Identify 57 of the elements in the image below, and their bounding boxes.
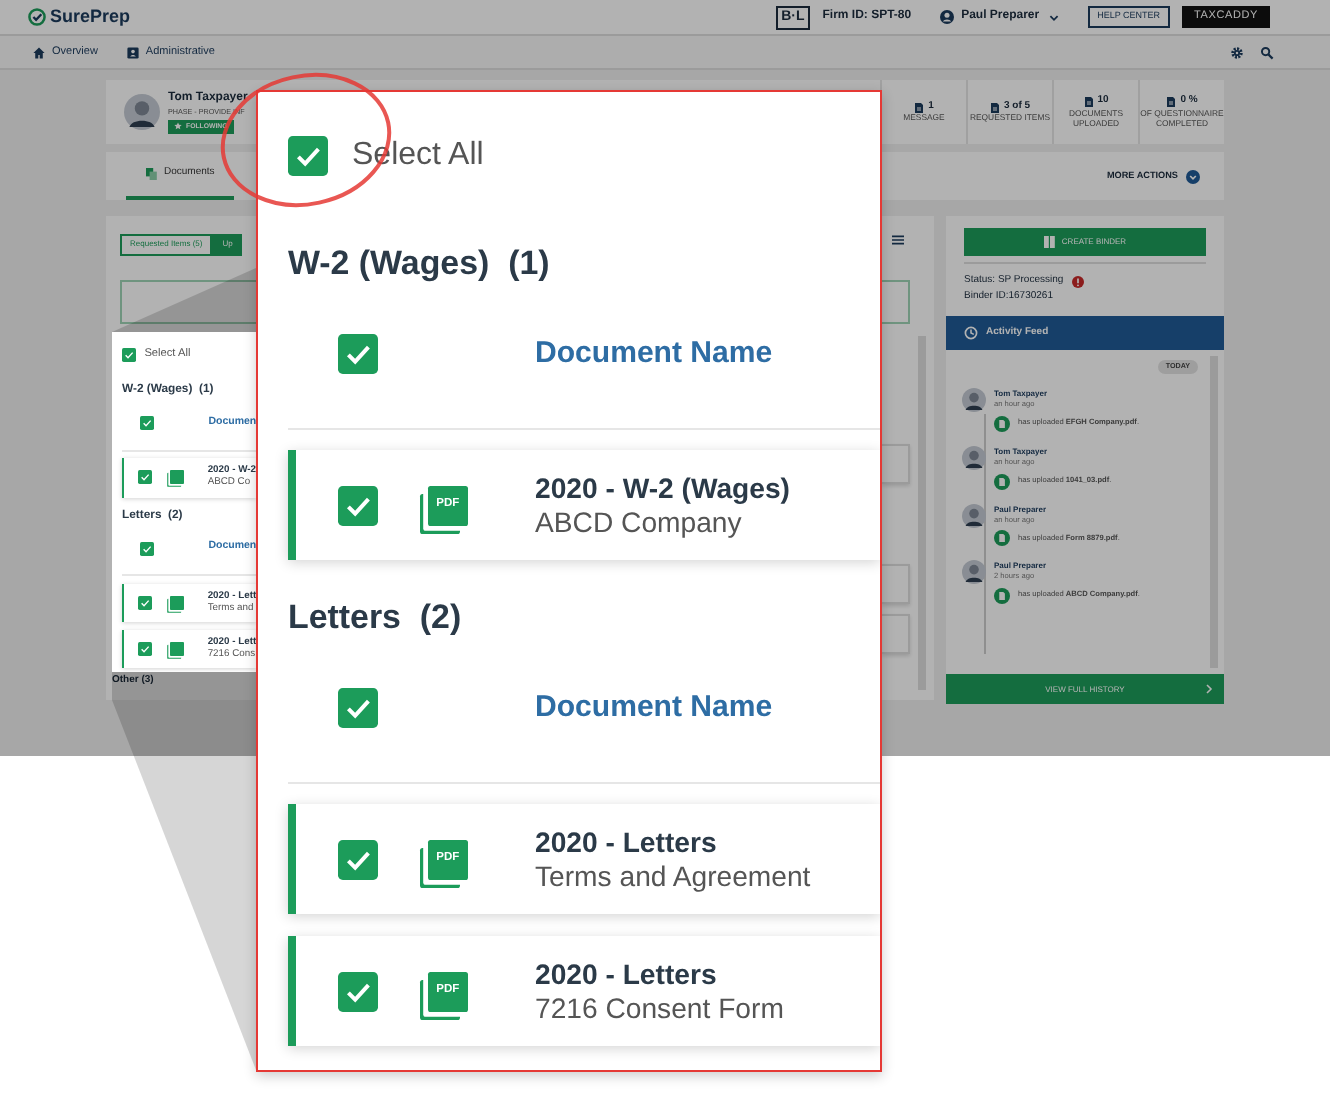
checkbox[interactable] (288, 136, 328, 176)
search-icon[interactable] (1260, 45, 1274, 59)
checkmark-icon (122, 347, 136, 362)
more-icon[interactable] (1186, 169, 1200, 183)
file-icon (994, 473, 1010, 490)
document-icon (1083, 96, 1094, 109)
file-icon (170, 470, 185, 485)
checkbox[interactable] (138, 642, 153, 657)
document-title: 2020 - Letters (535, 957, 719, 992)
checkmark-icon (138, 596, 153, 611)
checkbox[interactable] (337, 333, 378, 374)
client-avatar (124, 94, 160, 130)
documents-icon (146, 168, 158, 180)
star-icon (174, 122, 182, 131)
checkbox[interactable] (139, 416, 154, 431)
user-avatar (962, 388, 986, 413)
user-icon (939, 10, 954, 24)
checkbox[interactable] (139, 541, 154, 556)
chevron-icon (1204, 684, 1214, 694)
caret-icon (1047, 11, 1060, 23)
document-title: 2020 - Letters (535, 825, 719, 860)
logo-text: SurePrep (50, 3, 131, 30)
file-icon (170, 642, 185, 657)
column-header[interactable]: Document Name (535, 685, 773, 731)
list-view-icon[interactable] (892, 234, 904, 246)
settings-icon[interactable] (1230, 45, 1244, 59)
checkbox[interactable] (337, 839, 378, 880)
checkbox[interactable] (138, 596, 153, 611)
document-subtitle: Terms and Agreement (535, 859, 811, 894)
checkbox[interactable] (337, 688, 378, 729)
checkbox[interactable] (122, 347, 136, 362)
checkmark-icon (138, 470, 153, 485)
group-title: W-2 (Wages) (1) (288, 242, 552, 287)
checkmark-icon (138, 642, 153, 657)
id-card-icon (125, 45, 140, 59)
document-icon (989, 101, 1000, 114)
document-icon (914, 101, 925, 114)
alert-icon (1071, 275, 1084, 288)
checkmark-icon (139, 541, 154, 556)
document-title: 2020 - W-2 (Wages) (535, 471, 790, 506)
file-icon (994, 530, 1010, 547)
home-icon (32, 45, 46, 59)
document-subtitle: ABCD Company (535, 505, 744, 540)
clock-icon (964, 326, 978, 340)
file-icon (994, 416, 1010, 433)
binder-icon (1043, 236, 1056, 248)
document-subtitle: 7216 Consent Form (535, 991, 784, 1026)
checkbox[interactable] (337, 485, 378, 526)
checkmark-icon (139, 416, 154, 431)
document-icon (1166, 96, 1177, 109)
checkbox[interactable] (138, 470, 153, 485)
column-header[interactable]: Document Name (535, 331, 773, 377)
file-icon (170, 596, 185, 611)
checkbox[interactable] (337, 971, 378, 1012)
logo-check-icon (28, 8, 46, 26)
file-icon (994, 588, 1010, 605)
group-title: Letters (2) (288, 596, 464, 641)
